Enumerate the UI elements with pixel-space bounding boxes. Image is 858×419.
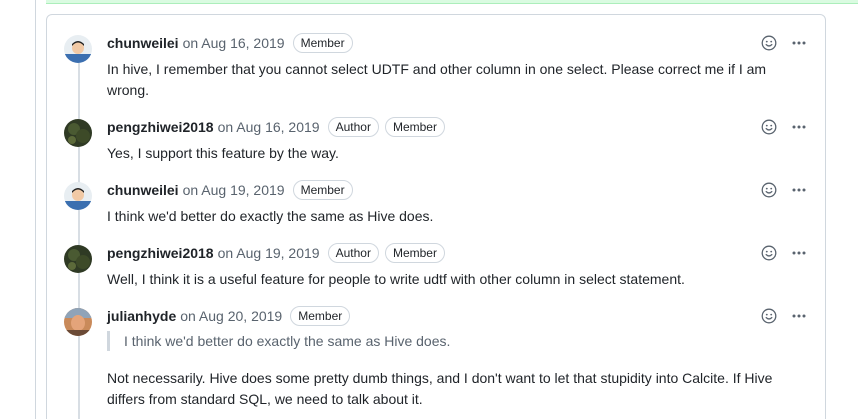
author-name[interactable]: pengzhiwei2018 <box>107 245 214 261</box>
comment-body: Yes, I support this feature by the way. <box>107 145 339 161</box>
smiley-icon[interactable] <box>761 35 777 51</box>
previous-item-strip <box>46 0 858 4</box>
kebab-horizontal-icon[interactable] <box>791 35 807 51</box>
avatar-chunweilei[interactable] <box>64 35 92 63</box>
author-badge: Author <box>327 117 379 137</box>
avatar-pengzhiwei2018[interactable] <box>64 119 92 147</box>
kebab-horizontal-icon[interactable] <box>791 308 807 324</box>
comment-header: pengzhiwei2018 on Aug 16, 2019 Author Me… <box>107 116 445 138</box>
avatar-image <box>64 35 92 63</box>
author-name[interactable]: chunweilei <box>107 182 179 198</box>
avatar-pengzhiwei2018[interactable] <box>64 245 92 273</box>
comment-date[interactable]: on Aug 16, 2019 <box>183 35 285 51</box>
avatar-chunweilei[interactable] <box>64 182 92 210</box>
author-name[interactable]: chunweilei <box>107 35 179 51</box>
comment-actions <box>761 305 807 327</box>
author-name[interactable]: pengzhiwei2018 <box>107 119 214 135</box>
comment-date[interactable]: on Aug 20, 2019 <box>180 308 282 324</box>
kebab-horizontal-icon[interactable] <box>791 119 807 135</box>
member-badge: Member <box>292 180 353 200</box>
author-name[interactable]: julianhyde <box>107 308 176 324</box>
avatar-image <box>64 308 92 336</box>
kebab-horizontal-icon[interactable] <box>791 245 807 261</box>
member-badge: Member <box>384 243 445 263</box>
comment-body: In hive, I remember that you cannot sele… <box>107 61 767 98</box>
smiley-icon[interactable] <box>761 245 777 261</box>
smiley-icon[interactable] <box>761 119 777 135</box>
comment-date[interactable]: on Aug 19, 2019 <box>218 245 320 261</box>
avatar-julianhyde[interactable] <box>64 308 92 336</box>
comment-body: Not necessarily. Hive does some pretty d… <box>107 370 773 407</box>
member-badge: Member <box>384 117 445 137</box>
comment-actions <box>761 179 807 201</box>
member-badge: Member <box>292 33 353 53</box>
smiley-icon[interactable] <box>761 182 777 198</box>
comment-date[interactable]: on Aug 16, 2019 <box>218 119 320 135</box>
timeline-rule <box>35 0 36 419</box>
thread-connector-line <box>78 57 80 419</box>
member-badge: Member <box>290 306 351 326</box>
author-badge: Author <box>327 243 379 263</box>
comment-body: I think we'd better do exactly the same … <box>107 208 434 224</box>
avatar-image <box>64 119 92 147</box>
avatar-image <box>64 182 92 210</box>
comment-header: chunweilei on Aug 19, 2019 Member <box>107 179 353 201</box>
comment-header: chunweilei on Aug 16, 2019 Member <box>107 32 353 54</box>
kebab-horizontal-icon[interactable] <box>791 182 807 198</box>
avatar-image <box>64 245 92 273</box>
comment-body: Well, I think it is a useful feature for… <box>107 271 685 287</box>
quoted-reply: I think we'd better do exactly the same … <box>107 331 807 351</box>
comment-actions <box>761 32 807 54</box>
comment-header: julianhyde on Aug 20, 2019 Member <box>107 305 351 327</box>
conversation-page: chunweilei on Aug 16, 2019 Member In hiv… <box>0 0 858 419</box>
comment-actions <box>761 242 807 264</box>
comment-date[interactable]: on Aug 19, 2019 <box>183 182 285 198</box>
comment-thread: chunweilei on Aug 16, 2019 Member In hiv… <box>46 14 826 419</box>
comment-header: pengzhiwei2018 on Aug 19, 2019 Author Me… <box>107 242 445 264</box>
smiley-icon[interactable] <box>761 308 777 324</box>
comment-actions <box>761 116 807 138</box>
